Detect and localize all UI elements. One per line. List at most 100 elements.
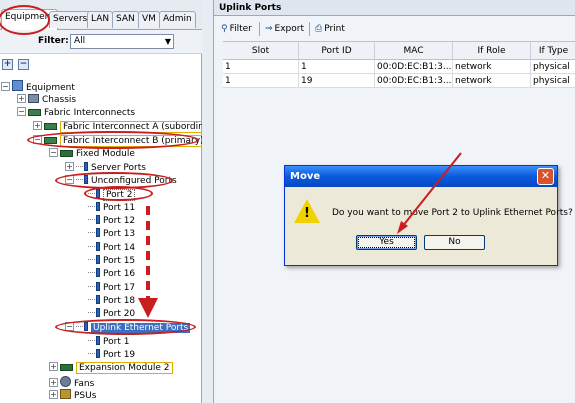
port-icon <box>84 175 88 184</box>
column-header[interactable]: Port ID <box>299 42 375 60</box>
tree-label: Port 11 <box>103 203 136 213</box>
tree-label: Fixed Module <box>76 149 135 159</box>
move-dialog: Move ✕ ! Do you want to move Port 2 to U… <box>284 165 573 266</box>
tree-item-port[interactable]: Port 17 <box>88 282 135 295</box>
fan-icon <box>60 376 71 387</box>
tree-connector <box>76 179 83 180</box>
close-icon[interactable]: ✕ <box>537 168 554 185</box>
tree-item-port[interactable]: Port 20 <box>88 308 135 321</box>
collapse-toggle[interactable]: − <box>17 107 26 116</box>
tree-label: Fans <box>74 379 95 389</box>
tree-item-equipment[interactable]: − Equipment <box>1 80 75 93</box>
tab-san[interactable]: SAN <box>112 11 139 28</box>
table-row[interactable]: 1 1 00:0D:EC:B1:3... network physical <box>223 60 575 74</box>
tree-item-server-ports[interactable]: + Server Ports <box>65 162 146 175</box>
tree-item-port[interactable]: Port 15 <box>88 255 135 268</box>
tree-connector <box>88 353 95 354</box>
expand-collapse-bar: + − <box>0 57 202 72</box>
expand-toggle[interactable]: + <box>49 362 58 371</box>
port-icon <box>96 349 100 358</box>
collapse-toggle[interactable]: − <box>1 82 10 91</box>
tree-item-psus[interactable]: + PSUs <box>49 389 96 402</box>
expand-toggle[interactable]: + <box>49 390 58 399</box>
navigation-pane: Equipment Servers LAN SAN VM Admin Filte… <box>0 0 222 403</box>
port-icon <box>96 336 100 345</box>
yes-button[interactable]: Yes <box>356 235 417 250</box>
column-header[interactable]: If Type <box>531 42 575 60</box>
tree-connector <box>88 206 95 207</box>
no-button[interactable]: No <box>424 235 485 250</box>
print-button[interactable]: ⎙ Print <box>315 22 345 36</box>
tab-servers[interactable]: Servers <box>49 11 92 28</box>
tree-item-port[interactable]: Port 13 <box>88 228 135 241</box>
expand-toggle[interactable]: + <box>17 94 26 103</box>
filter-select-value: All <box>74 36 86 46</box>
collapse-toggle[interactable]: − <box>33 135 42 144</box>
tree-label: Port 2 <box>103 189 136 201</box>
tree-item-expansion-module[interactable]: + Expansion Module 2 <box>49 362 173 375</box>
tree-item-fixed-module[interactable]: − Fixed Module <box>49 148 135 161</box>
column-header[interactable]: MAC <box>375 42 453 60</box>
tree-label: Equipment <box>26 83 75 93</box>
column-header[interactable]: Slot <box>223 42 299 60</box>
tree-label: Port 20 <box>103 309 136 319</box>
export-button[interactable]: ⇒ Export <box>265 22 304 36</box>
print-button-label: Print <box>324 24 345 34</box>
toolbar: ⚲ Filter ⇒ Export ⎙ Print <box>214 18 575 40</box>
collapse-toggle[interactable]: − <box>65 322 74 331</box>
table-cell: 1 <box>299 60 375 74</box>
tree-item-chassis[interactable]: + Chassis <box>17 94 76 107</box>
expand-toggle[interactable]: + <box>33 121 42 130</box>
tab-admin[interactable]: Admin <box>159 11 196 28</box>
tree-label: Port 14 <box>103 243 136 253</box>
tree-connector <box>88 286 95 287</box>
tree-label: PSUs <box>74 391 97 401</box>
toolbar-separator <box>259 22 260 36</box>
tree-label: Port 1 <box>103 337 130 347</box>
tab-lan[interactable]: LAN <box>87 11 114 28</box>
tree-item-port[interactable]: Port 18 <box>88 295 135 308</box>
tree-item-port[interactable]: Port 1 <box>88 336 129 349</box>
chevron-down-icon: ▼ <box>164 37 171 46</box>
collapse-toggle[interactable]: − <box>65 175 74 184</box>
tree-item-port[interactable]: Port 12 <box>88 215 135 228</box>
column-header[interactable]: If Role <box>453 42 531 60</box>
dialog-title[interactable]: Move <box>285 166 557 187</box>
table-cell: 00:0D:EC:B1:3... <box>377 74 453 88</box>
tree-label: Port 12 <box>103 216 136 226</box>
tree-connector <box>88 259 95 260</box>
fabric-interconnect-icon <box>28 109 41 116</box>
port-icon <box>96 215 100 224</box>
tree-item-port[interactable]: Port 11 <box>88 202 135 215</box>
exclamation-icon: ! <box>304 206 310 221</box>
tree-connector <box>88 219 95 220</box>
tree-item-fi-a[interactable]: + Fabric Interconnect A (subordinate <box>33 121 222 134</box>
filter-select[interactable]: All ▼ <box>70 34 174 49</box>
tab-vm[interactable]: VM <box>138 11 160 28</box>
expand-toggle[interactable]: + <box>49 378 58 387</box>
psu-icon <box>60 389 71 399</box>
print-icon: ⎙ <box>315 24 323 34</box>
panel-title: Uplink Ports <box>214 0 575 16</box>
tree-item-uplink-ethernet-ports[interactable]: − Uplink Ethernet Ports <box>65 322 191 335</box>
tree-item-port[interactable]: Port 19 <box>88 349 135 362</box>
tree-label: Fabric Interconnect B (primary) <box>60 135 207 147</box>
filter-button[interactable]: ⚲ Filter <box>221 22 252 36</box>
collapse-toggle[interactable]: − <box>49 148 58 157</box>
pane-splitter[interactable] <box>202 0 213 403</box>
tree-item-fi-b[interactable]: − Fabric Interconnect B (primary) <box>33 135 207 148</box>
port-icon <box>84 322 88 331</box>
expand-all-button[interactable]: + <box>2 59 13 70</box>
tree-item-fabric-interconnects[interactable]: − Fabric Interconnects <box>17 107 135 120</box>
tree-item-port[interactable]: Port 16 <box>88 268 135 281</box>
table-row[interactable]: 1 19 00:0D:EC:B1:3... network physical <box>223 74 575 88</box>
collapse-all-button[interactable]: − <box>18 59 29 70</box>
tree-item-unconfigured-ports[interactable]: − Unconfigured Ports <box>65 175 177 188</box>
tree-item-port[interactable]: Port 2 <box>88 189 136 202</box>
tree-label: Server Ports <box>91 163 146 173</box>
tree-item-port[interactable]: Port 14 <box>88 242 135 255</box>
table-cell: network <box>453 74 531 88</box>
tree-item-fans[interactable]: + Fans <box>49 376 94 389</box>
expand-toggle[interactable]: + <box>65 162 74 171</box>
port-icon <box>96 228 100 237</box>
